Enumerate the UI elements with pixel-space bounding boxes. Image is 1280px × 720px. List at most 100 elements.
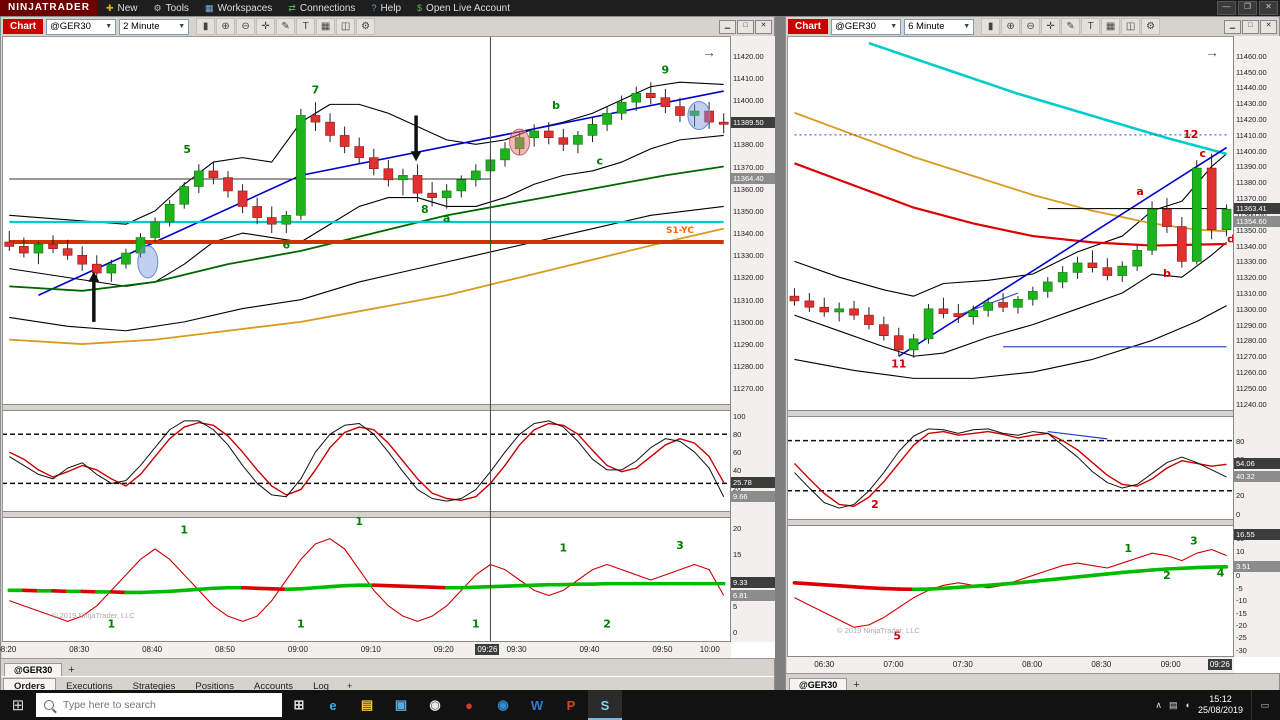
connections-icon: ⇄: [288, 2, 296, 13]
grid-icon[interactable]: ▦: [316, 18, 336, 35]
edge-icon[interactable]: e: [316, 690, 350, 720]
axis-tick: 0: [1236, 571, 1241, 581]
draw-icon[interactable]: ✎: [276, 18, 296, 35]
svg-text:c: c: [1199, 147, 1206, 160]
axis-tick: 11300.00: [1236, 304, 1267, 314]
powerpoint-icon[interactable]: P: [554, 690, 588, 720]
minimize-button[interactable]: ▁: [719, 19, 736, 34]
draw-icon[interactable]: ✎: [1061, 18, 1081, 35]
plot-area[interactable]: 11 12 a b c d 2 1 2 3 4 5 © 2019 NinjaTrader, LLC →: [787, 36, 1235, 657]
compare-icon[interactable]: ◫: [1121, 18, 1141, 35]
interval-dropdown[interactable]: 2 Minute ▼: [119, 18, 190, 35]
instrument-value: @GER30: [835, 21, 876, 32]
axis-tick: 11410.00: [1236, 130, 1267, 140]
axis-tick: 11260.00: [1236, 368, 1267, 378]
add-tab-button[interactable]: +: [62, 664, 80, 676]
text-tool-icon[interactable]: T: [296, 18, 316, 35]
taskbar-clock[interactable]: 15:12 25/08/2019: [1198, 694, 1243, 716]
zoom-in-icon[interactable]: ⊕: [216, 18, 236, 35]
time-tick: 07:00: [883, 660, 904, 669]
instrument-tab-row: @GER30 +: [1, 658, 774, 676]
menu-connections[interactable]: ⇄ Connections: [280, 0, 363, 16]
hidden-icons-tray[interactable]: ∧: [1155, 700, 1162, 711]
word-icon[interactable]: W: [520, 690, 554, 720]
chart-plot-right[interactable]: 11 12 a b c d 2 1 2 3 4 5 © 2019 NinjaTrader, LLC →…: [787, 36, 1280, 673]
svg-text:b: b: [1163, 267, 1171, 280]
app-red-icon[interactable]: ●: [452, 690, 486, 720]
notification-icon[interactable]: ▭: [1251, 690, 1278, 720]
chart-tab-label[interactable]: Chart: [3, 19, 44, 34]
menu-help[interactable]: ? Help: [363, 0, 409, 16]
time-tick: 08:30: [69, 645, 90, 654]
clock-time: 15:12: [1209, 694, 1232, 704]
close-button[interactable]: ✕: [1260, 19, 1277, 34]
text-tool-icon[interactable]: T: [1081, 18, 1101, 35]
axis-tick: 11380.00: [1236, 178, 1267, 188]
svg-text:a: a: [443, 212, 450, 225]
menu-new[interactable]: ✚ New: [98, 0, 146, 16]
svg-text:2: 2: [1163, 569, 1171, 582]
volume-tray-icon[interactable]: ◖: [1185, 700, 1190, 711]
close-button[interactable]: ✕: [755, 19, 772, 34]
settings-icon[interactable]: ⚙: [1141, 18, 1161, 35]
restore-button[interactable]: □: [1242, 19, 1259, 34]
crosshair-icon[interactable]: ✛: [1041, 18, 1061, 35]
chrome-icon[interactable]: ◉: [418, 690, 452, 720]
menu-workspaces[interactable]: ▦ Workspaces: [197, 0, 280, 16]
grid-icon[interactable]: ▦: [1101, 18, 1121, 35]
time-tick: 09:50: [652, 645, 673, 654]
chart-style-icon[interactable]: ▮: [196, 18, 216, 35]
taskbar-search-input[interactable]: [61, 698, 245, 712]
axis-tick: 11420.00: [733, 51, 764, 61]
chevron-down-icon: ▼: [963, 23, 971, 30]
maximize-button[interactable]: ❐: [1238, 1, 1257, 15]
ninjatrader-app-icon[interactable]: S: [588, 690, 622, 720]
toolbar-icons-left: ▮ ⊕ ⊖ ✛ ✎ T ▦ ◫ ⚙: [196, 18, 376, 35]
zoom-in-icon[interactable]: ⊕: [1001, 18, 1021, 35]
svg-text:1: 1: [472, 618, 480, 631]
chart-tab-label[interactable]: Chart: [788, 19, 829, 34]
crosshair-icon[interactable]: ✛: [256, 18, 276, 35]
word-icon-glyph: W: [530, 697, 544, 713]
taskbar-apps: ⊞ e ▤ ▣ ◉ ● ◉ W P S: [282, 690, 622, 720]
interval-dropdown[interactable]: 6 Minute ▼: [904, 18, 975, 35]
taskbar-search[interactable]: [36, 693, 282, 717]
axis-tick: 11240.00: [1236, 399, 1267, 409]
minimize-button[interactable]: ▁: [1224, 19, 1241, 34]
close-button[interactable]: ✕: [1259, 1, 1278, 15]
scroll-to-latest-arrow[interactable]: →: [1205, 44, 1219, 60]
camera-icon[interactable]: ◉: [486, 690, 520, 720]
chart-style-icon[interactable]: ▮: [981, 18, 1001, 35]
menu-label: New: [117, 2, 138, 14]
compare-icon[interactable]: ◫: [336, 18, 356, 35]
axis-tick: 11340.00: [1236, 241, 1267, 251]
menu-label: Connections: [299, 2, 356, 14]
window-buttons-left: ▁ □ ✕: [718, 19, 772, 34]
zoom-out-icon[interactable]: ⊖: [236, 18, 256, 35]
axis-tick: -15: [1236, 608, 1247, 618]
file-explorer-icon[interactable]: ▤: [350, 690, 384, 720]
menu-label: Open Live Account: [426, 2, 510, 14]
start-button[interactable]: ⊞: [0, 696, 36, 714]
svg-text:1: 1: [1124, 542, 1132, 555]
plot-area[interactable]: 5 6 7 8 a b c 9 S1-YC 1 1 1 3 1 1 1 2 © 2019 NinjaTrader…: [2, 36, 731, 642]
time-tick: 10:00: [699, 645, 720, 654]
chart-plot-left[interactable]: 5 6 7 8 a b c 9 S1-YC 1 1 1 3 1 1 1 2 © 2019 NinjaTrader…: [0, 36, 775, 658]
settings-icon[interactable]: ⚙: [356, 18, 376, 35]
tray-icons: ∧ ▤ ◖: [1155, 700, 1190, 711]
instrument-dropdown[interactable]: @GER30 ▼: [831, 18, 902, 35]
instrument-tab[interactable]: @GER30: [4, 663, 63, 676]
menu-tools[interactable]: ⚙ Tools: [146, 0, 197, 16]
restore-button[interactable]: □: [737, 19, 754, 34]
store-icon[interactable]: ▣: [384, 690, 418, 720]
minimize-button[interactable]: —: [1217, 1, 1236, 15]
scroll-to-latest-arrow[interactable]: →: [702, 44, 716, 60]
task-view-icon[interactable]: ⊞: [282, 690, 316, 720]
zoom-out-icon[interactable]: ⊖: [1021, 18, 1041, 35]
workspaces-icon: ▦: [204, 2, 214, 13]
instrument-value: @GER30: [50, 21, 91, 32]
network-tray-icon[interactable]: ▤: [1169, 700, 1178, 711]
time-tick: 09:00: [287, 645, 308, 654]
menu-open-live-account[interactable]: $ Open Live Account: [409, 0, 518, 16]
instrument-dropdown[interactable]: @GER30 ▼: [46, 18, 117, 35]
